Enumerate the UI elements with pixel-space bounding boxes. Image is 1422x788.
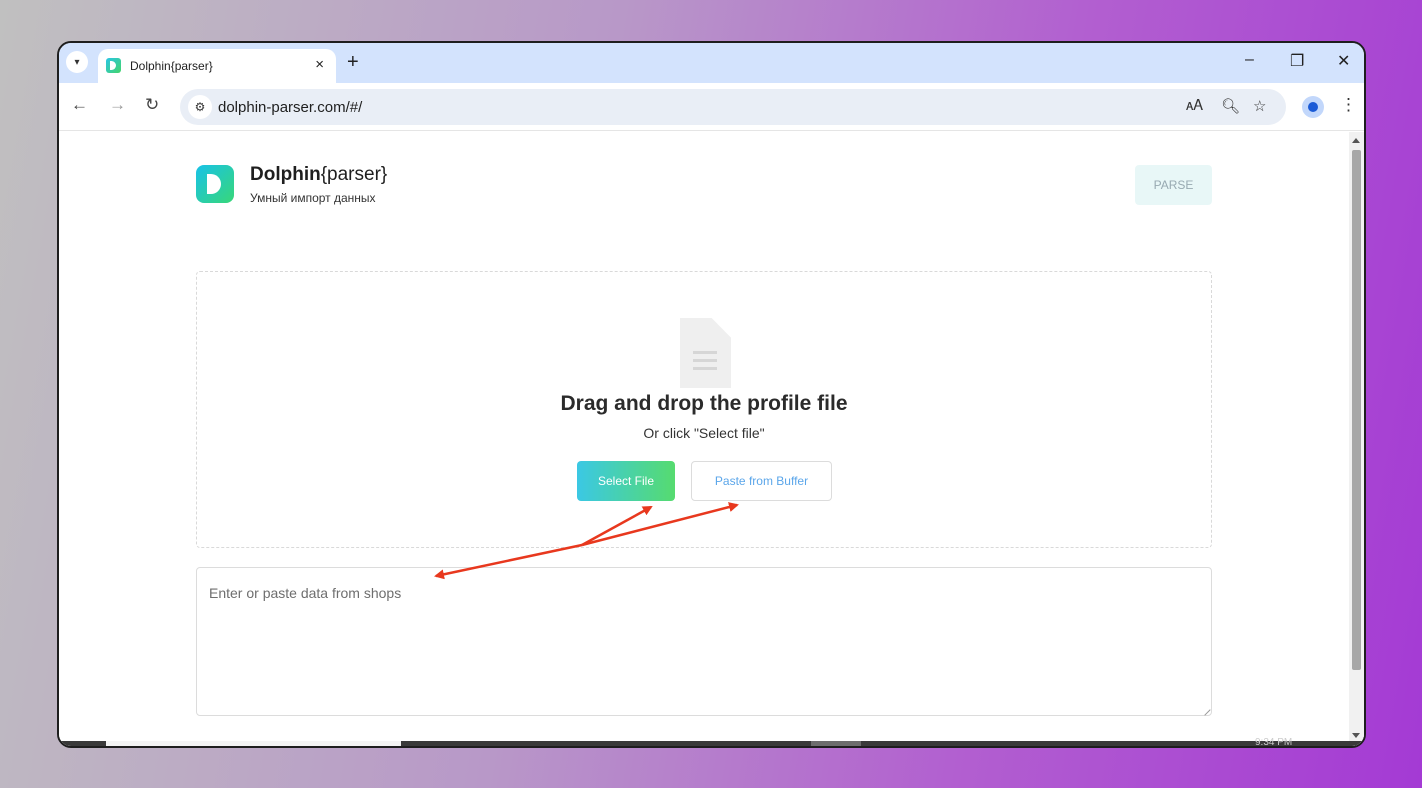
reload-icon[interactable]: ↻ [145,95,159,115]
taskbar-item[interactable] [106,741,401,746]
close-window-button[interactable]: ✕ [1337,51,1350,71]
brand-tagline: Умный импорт данных [250,191,376,205]
taskbar-strip: 9:34 PM [59,737,1364,746]
new-tab-button[interactable]: + [347,51,359,74]
parse-button[interactable]: PARSE [1135,165,1212,205]
dropzone-title: Drag and drop the profile file [560,392,848,415]
brand-name-bold: Dolphin [250,164,321,185]
brand-name: Dolphin{parser} [250,164,387,186]
browser-window: ▾ Dolphin{parser} × + – ❐ ✕ ← → ↻ ⚙ dolp… [57,41,1366,748]
tab-dolphin-parser[interactable]: Dolphin{parser} × [98,49,336,83]
browser-toolbar: ← → ↻ ⚙ dolphin-parser.com/#/ 🗚 🔍︎ ☆ ⋮ [59,83,1364,131]
url-text[interactable]: dolphin-parser.com/#/ [218,99,362,116]
site-info-icon[interactable]: ⚙ [188,95,212,119]
tab-search-chevron-icon[interactable]: ▾ [66,51,88,73]
zoom-icon[interactable]: 🔍︎ [1221,97,1240,115]
back-icon[interactable]: ← [71,95,88,115]
scroll-down-icon[interactable] [1352,733,1360,738]
dolphin-favicon-icon [106,58,121,73]
document-icon [680,318,731,388]
dropzone-subtitle: Or click "Select file" [643,425,765,441]
shop-data-input[interactable] [196,567,1212,716]
scroll-up-icon[interactable] [1352,138,1360,143]
dolphin-logo-icon [196,165,234,203]
tab-bar: ▾ Dolphin{parser} × + – ❐ ✕ [59,43,1364,83]
taskbar-clock: 9:34 PM [1255,737,1293,748]
bookmark-star-icon[interactable]: ☆ [1253,97,1266,115]
brand-name-suffix: {parser} [320,164,388,185]
taskbar-item[interactable] [811,741,861,746]
scrollbar-thumb[interactable] [1352,150,1361,670]
tab-title: Dolphin{parser} [130,59,213,73]
translate-icon[interactable]: 🗚 [1186,97,1203,114]
file-dropzone[interactable]: Drag and drop the profile file Or click … [196,271,1212,548]
browser-menu-icon[interactable]: ⋮ [1340,95,1357,115]
address-bar[interactable]: ⚙ dolphin-parser.com/#/ 🗚 🔍︎ ☆ [180,89,1286,125]
forward-icon[interactable]: → [109,95,126,115]
minimize-button[interactable]: – [1245,51,1254,69]
page-content: Dolphin{parser} Умный импорт данных PARS… [59,132,1364,746]
paste-from-buffer-button[interactable]: Paste from Buffer [691,461,832,501]
tab-close-icon[interactable]: × [315,56,324,73]
profile-avatar-icon[interactable] [1302,96,1324,118]
page-scrollbar[interactable] [1349,132,1364,746]
select-file-button[interactable]: Select File [577,461,675,501]
restore-button[interactable]: ❐ [1290,51,1304,71]
